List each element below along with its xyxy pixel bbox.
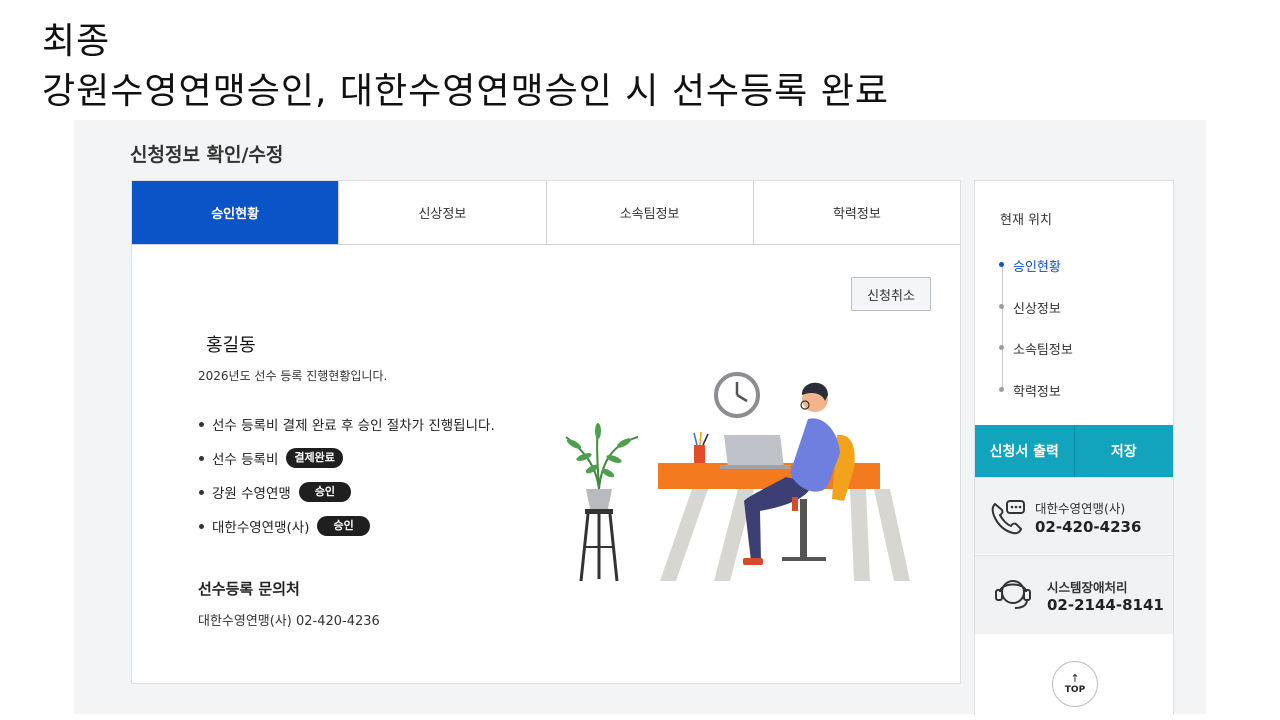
- status-text: 대한수영연맹(사): [212, 520, 310, 536]
- system-support-label: 시스템장애처리: [1047, 580, 1128, 595]
- scroll-top-button[interactable]: ↑ TOP: [1052, 661, 1098, 707]
- tab-personal-info[interactable]: 신상정보: [339, 181, 547, 244]
- location-item-team-info[interactable]: 소속팀정보: [999, 339, 1073, 358]
- main-panel: 승인현황 신상정보 소속팀정보 학력정보 신청취소 홍길동 2026년도 선수 …: [131, 180, 961, 684]
- federation-contact-label: 대한수영연맹(사): [1035, 501, 1126, 516]
- location-title: 현재 위치: [1000, 213, 1052, 228]
- location-line: [1002, 265, 1003, 389]
- phone-chat-icon: [991, 500, 1025, 535]
- plant-stool: [565, 423, 639, 582]
- tab-team-info[interactable]: 소속팀정보: [546, 181, 754, 244]
- list-item: 강원 수영연맹 승인: [198, 475, 495, 509]
- screenshot-area: 신청정보 확인/수정 승인현황 신상정보 소속팀정보 학력정보 신청취소 홍길동…: [74, 120, 1206, 715]
- list-item: 선수 등록비 결제 완료 후 승인 절차가 진행됩니다.: [198, 407, 495, 441]
- applicant-name: 홍길동: [206, 331, 256, 357]
- tab-education-info[interactable]: 학력정보: [753, 181, 960, 244]
- office-worker-illustration: [565, 372, 910, 582]
- location-item-approval-status[interactable]: 승인현황: [999, 256, 1061, 275]
- print-application-button[interactable]: 신청서 출력: [975, 425, 1074, 477]
- federation-contact-phone: 02-420-4236: [1035, 518, 1142, 536]
- slide-title-line2: 강원수영연맹승인, 대한수영연맹승인 시 선수등록 완료: [42, 71, 889, 112]
- status-text: 선수 등록비 결제 완료 후 승인 절차가 진행됩니다.: [212, 418, 495, 434]
- clock-icon: [714, 372, 760, 418]
- page-title: 신청정보 확인/수정: [130, 144, 284, 166]
- save-button[interactable]: 저장: [1073, 425, 1174, 477]
- status-text: 선수 등록비: [212, 452, 279, 468]
- location-item-education-info[interactable]: 학력정보: [999, 381, 1061, 400]
- slide-title-line1: 최종: [42, 21, 111, 62]
- action-buttons: 신청서 출력 저장: [975, 425, 1173, 477]
- laptop-icon: [720, 435, 790, 469]
- federation-contact-box: 대한수영연맹(사) 02-420-4236: [975, 477, 1173, 554]
- headset-icon: [995, 580, 1031, 609]
- system-support-phone: 02-2144-8141: [1047, 596, 1164, 614]
- tab-approval-status[interactable]: 승인현황: [132, 181, 340, 244]
- status-badge: 결제완료: [286, 448, 343, 468]
- list-item: 선수 등록비 결제완료: [198, 441, 495, 475]
- status-text: 강원 수영연맹: [212, 486, 291, 502]
- system-support-box: 시스템장애처리 02-2144-8141: [975, 555, 1173, 634]
- pencil-cup: [693, 431, 709, 463]
- sidebar: 현재 위치 승인현황 신상정보 소속팀정보 학력정보 신청서 출력 저장 대한수…: [974, 180, 1174, 715]
- progress-description: 2026년도 선수 등록 진행현황입니다.: [198, 369, 388, 383]
- status-badge: 승인: [298, 482, 352, 502]
- top-label: TOP: [1064, 684, 1086, 695]
- status-badge: 승인: [317, 516, 370, 536]
- arrow-up-icon: ↑: [1070, 671, 1080, 685]
- list-item: 대한수영연맹(사) 승인: [198, 509, 495, 543]
- location-item-personal-info[interactable]: 신상정보: [999, 298, 1061, 317]
- contact-title: 선수등록 문의처: [198, 580, 300, 598]
- contact-text: 대한수영연맹(사) 02-420-4236: [198, 614, 380, 629]
- tab-bar: 승인현황 신상정보 소속팀정보 학력정보: [132, 181, 960, 245]
- status-list: 선수 등록비 결제 완료 후 승인 절차가 진행됩니다. 선수 등록비 결제완료…: [198, 407, 495, 543]
- cancel-application-button[interactable]: 신청취소: [851, 277, 931, 311]
